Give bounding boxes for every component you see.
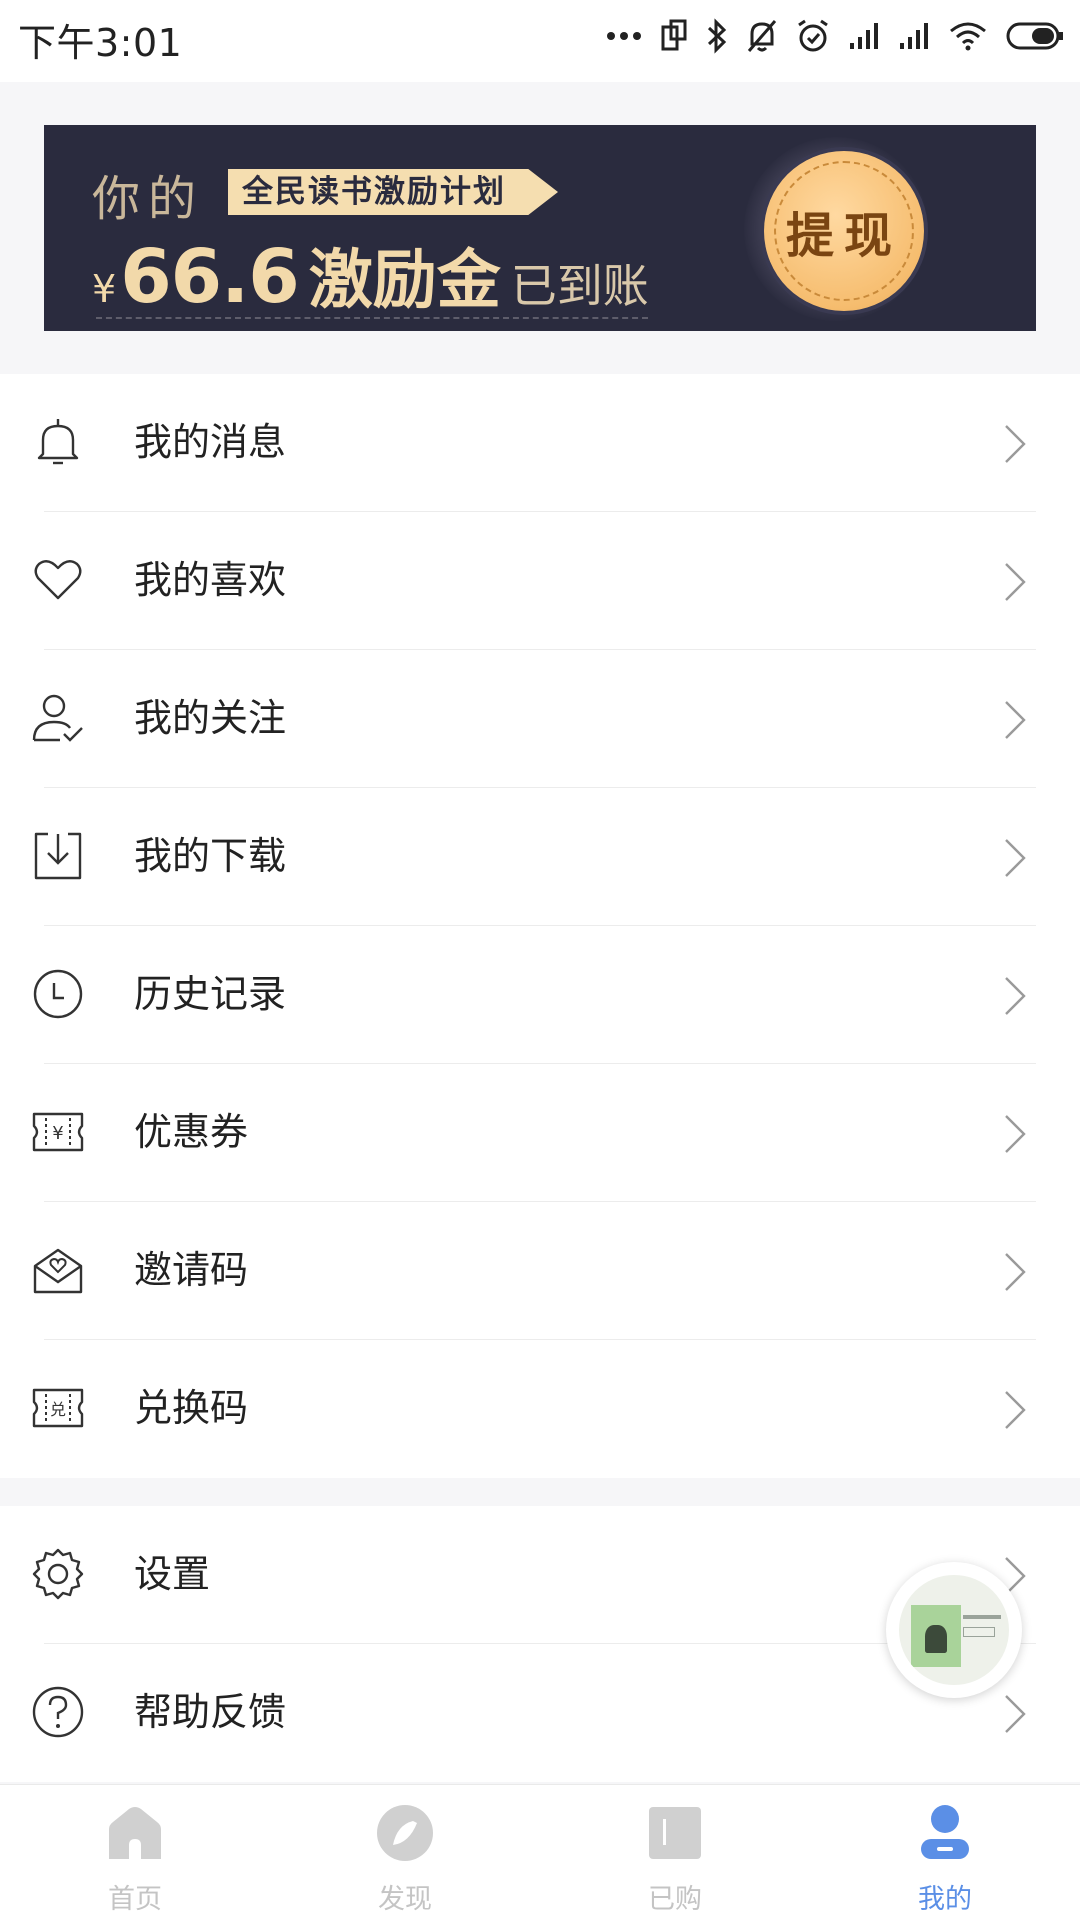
tab-discover[interactable]: 发现 <box>270 1785 540 1921</box>
chevron-right-icon <box>1005 425 1026 463</box>
menu-item-likes[interactable]: 我的喜欢 <box>0 512 1080 650</box>
download-icon <box>34 832 82 880</box>
menu-label: 邀请码 <box>134 1248 249 1292</box>
floating-player-button[interactable] <box>886 1562 1022 1698</box>
wifi-icon <box>950 22 986 51</box>
menu-label: 我的关注 <box>134 696 287 740</box>
banner-amount-row: ¥ 66.6 激励金 已到账 <box>92 229 649 320</box>
status-icons <box>606 14 1064 58</box>
reward-amount: 66.6 <box>120 234 300 320</box>
signal-icon <box>850 23 878 49</box>
purchased-icon <box>649 1807 701 1859</box>
withdraw-button[interactable]: 提现 <box>764 151 924 311</box>
svg-text:兑: 兑 <box>50 1400 66 1419</box>
withdraw-label: 提现 <box>785 208 902 264</box>
reward-label: 激励金 <box>308 244 501 318</box>
arrived-label: 已到账 <box>510 259 649 313</box>
menu-main: 我的消息 我的喜欢 我的关注 我的下载 历史记录 ¥ 优惠券 邀请码 兑 兑换码 <box>0 374 1080 1478</box>
chevron-right-icon <box>1005 701 1026 739</box>
menu-label: 帮助反馈 <box>134 1690 287 1734</box>
banner-divider <box>96 317 648 319</box>
mute-icon <box>747 20 777 52</box>
tab-label: 我的 <box>918 1884 972 1915</box>
status-bar: 下午3:01 <box>0 0 1080 82</box>
bell-icon <box>37 419 79 465</box>
tab-label: 首页 <box>108 1884 162 1915</box>
chevron-right-icon <box>1005 1695 1026 1733</box>
menu-label: 我的下载 <box>134 834 287 878</box>
chevron-right-icon <box>1005 1115 1026 1153</box>
signal-icon <box>900 23 928 49</box>
chevron-right-icon <box>1005 839 1026 877</box>
menu-label: 历史记录 <box>134 972 287 1016</box>
book-cover-thumbnail <box>899 1575 1009 1685</box>
menu-label: 我的喜欢 <box>134 558 287 602</box>
menu-label: 兑换码 <box>134 1386 249 1430</box>
profile-icon <box>921 1805 969 1859</box>
bluetooth-icon <box>707 18 727 54</box>
chevron-right-icon <box>1005 563 1026 601</box>
tab-profile[interactable]: 我的 <box>810 1785 1080 1921</box>
chevron-right-icon <box>1005 977 1026 1015</box>
reward-banner[interactable]: 你的 全民读书激励计划 ¥ 66.6 激励金 已到账 提现 <box>44 125 1036 331</box>
coupon-icon: ¥ <box>32 1112 84 1152</box>
menu-item-following[interactable]: 我的关注 <box>0 650 1080 788</box>
tab-label: 已购 <box>648 1884 702 1915</box>
menu-label: 优惠券 <box>134 1110 249 1154</box>
menu-item-downloads[interactable]: 我的下载 <box>0 788 1080 926</box>
tab-label: 发现 <box>378 1884 432 1915</box>
banner-area: 你的 全民读书激励计划 ¥ 66.6 激励金 已到账 提现 <box>0 82 1080 374</box>
gear-icon <box>32 1548 84 1600</box>
banner-campaign-tag: 全民读书激励计划 <box>228 169 558 215</box>
screen-rotate-icon <box>661 19 687 51</box>
menu-label: 我的消息 <box>134 420 287 464</box>
book-title-line <box>963 1615 1001 1619</box>
menu-label: 设置 <box>134 1552 211 1596</box>
status-time: 下午3:01 <box>18 21 183 65</box>
help-icon <box>32 1686 84 1738</box>
chevron-right-icon <box>1005 1391 1026 1429</box>
clock-icon <box>33 969 83 1019</box>
book-portrait <box>925 1625 947 1653</box>
menu-item-coupons[interactable]: ¥ 优惠券 <box>0 1064 1080 1202</box>
chevron-right-icon <box>1005 1253 1026 1291</box>
book-subtitle-box <box>963 1627 995 1637</box>
banner-lead: 你的 <box>92 171 205 227</box>
battery-icon <box>1006 22 1063 50</box>
menu-item-invite-code[interactable]: 邀请码 <box>0 1202 1080 1340</box>
home-icon <box>109 1807 161 1859</box>
heart-icon <box>34 560 82 600</box>
tab-purchased[interactable]: 已购 <box>540 1785 810 1921</box>
svg-text:¥: ¥ <box>52 1123 63 1144</box>
currency-symbol: ¥ <box>92 267 117 311</box>
discover-icon <box>377 1805 433 1861</box>
user-follow-icon <box>32 694 83 742</box>
redeem-icon: 兑 <box>32 1388 84 1428</box>
menu-item-history[interactable]: 历史记录 <box>0 926 1080 1064</box>
menu-item-redeem-code[interactable]: 兑 兑换码 <box>0 1340 1080 1478</box>
menu-item-messages[interactable]: 我的消息 <box>0 374 1080 512</box>
bottom-tab-bar: 首页 发现 已购 我的 <box>0 1784 1080 1921</box>
more-dots-icon <box>607 32 641 40</box>
invite-envelope-icon <box>33 1248 83 1294</box>
alarm-icon <box>798 19 828 52</box>
tab-home[interactable]: 首页 <box>0 1785 270 1921</box>
